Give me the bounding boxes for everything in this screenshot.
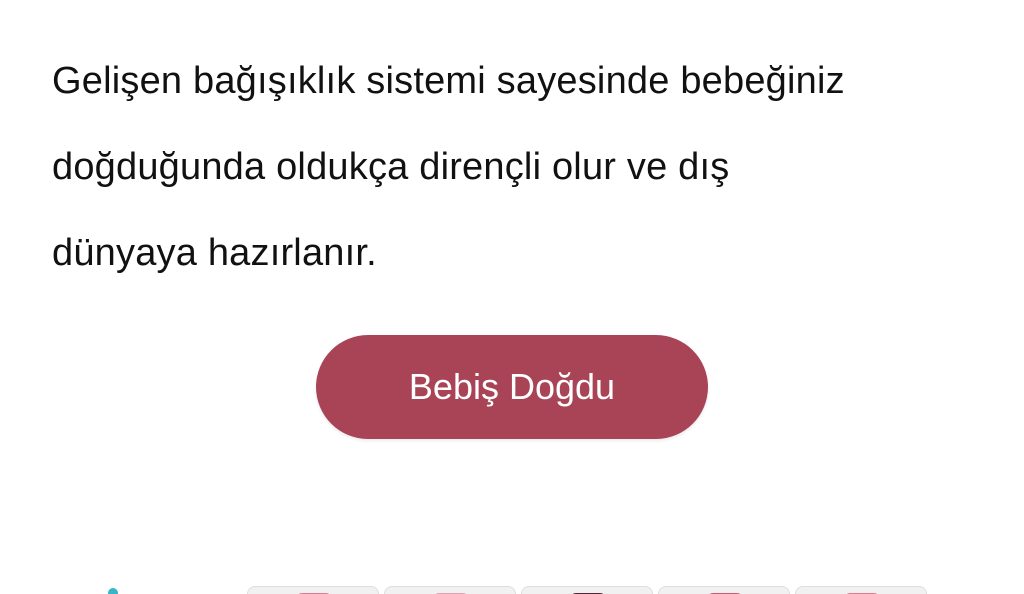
bebis-dogdu-button[interactable]: Bebiş Doğdu <box>316 335 708 439</box>
dot-icon <box>108 588 118 594</box>
product-thumbnail[interactable] <box>247 586 379 594</box>
product-thumbnail[interactable] <box>658 586 790 594</box>
page: Gelişen bağışıklık sistemi sayesinde beb… <box>0 0 1024 594</box>
bebis-dogdu-button-label: Bebiş Doğdu <box>408 366 616 407</box>
product-thumbnail[interactable] <box>795 586 927 594</box>
article-paragraph: Gelişen bağışıklık sistemi sayesinde beb… <box>52 38 992 296</box>
product-thumbnail[interactable] <box>521 586 653 594</box>
article-line: doğduğunda oldukça dirençli olur ve dış <box>52 146 730 188</box>
product-strip <box>0 578 1024 594</box>
article-line: dünyaya hazırlanır. <box>52 232 377 274</box>
product-thumbnail[interactable] <box>384 586 516 594</box>
article-line: Gelişen bağışıklık sistemi sayesinde beb… <box>52 60 845 102</box>
